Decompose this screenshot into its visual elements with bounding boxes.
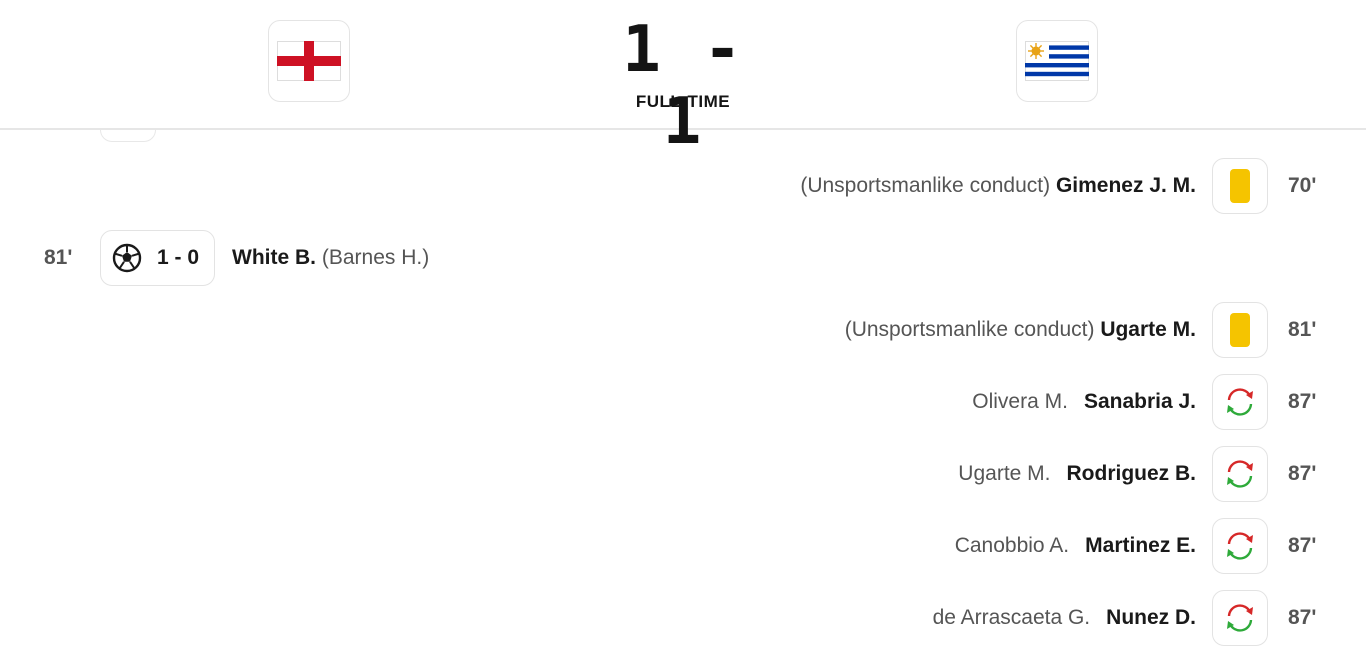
event-minute: 87' — [1288, 534, 1317, 557]
away-team-flag-button[interactable] — [1016, 20, 1098, 102]
substitution-icon — [1227, 532, 1253, 560]
event-row: Canobbio A. Martinez E. 87' — [0, 518, 1366, 574]
goal-score: 1 - 0 — [157, 246, 200, 269]
event-row: (Unsportsmanlike conduct) Gimenez J. M. … — [0, 158, 1366, 214]
substitution-icon-box — [1212, 518, 1268, 574]
substitution-icon — [1227, 604, 1253, 632]
event-assist[interactable]: (Barnes H.) — [322, 246, 429, 269]
event-minute: 87' — [1288, 606, 1317, 629]
sub-player-out[interactable]: Canobbio A. — [955, 534, 1069, 557]
match-status: FULL-TIME — [635, 92, 731, 111]
event-row: de Arrascaeta G. Nunez D. 87' — [0, 590, 1366, 646]
football-icon — [112, 243, 142, 273]
substitution-icon-box — [1212, 590, 1268, 646]
event-player[interactable]: Gimenez J. M. — [1056, 174, 1196, 197]
match-header: 1 - 1 FULL-TIME — [0, 0, 1366, 158]
event-minute: 87' — [1288, 462, 1317, 485]
sub-player-out[interactable]: Olivera M. — [972, 390, 1068, 413]
event-minute: 81' — [44, 246, 73, 269]
match-score: 1 - 1 — [622, 13, 744, 159]
event-player[interactable]: Ugarte M. — [1100, 318, 1196, 341]
event-minute: 70' — [1288, 174, 1317, 197]
sub-player-in[interactable]: Martinez E. — [1085, 534, 1196, 557]
sub-player-in[interactable]: Nunez D. — [1106, 606, 1196, 629]
event-row: Ugarte M. Rodriguez B. 87' — [0, 446, 1366, 502]
substitution-icon — [1227, 388, 1253, 416]
sub-player-in[interactable]: Sanabria J. — [1084, 390, 1196, 413]
sub-player-out[interactable]: de Arrascaeta G. — [933, 606, 1091, 629]
event-detail: (Unsportsmanlike conduct) — [800, 174, 1051, 197]
yellow-card-icon-box — [1212, 158, 1268, 214]
yellow-card-icon — [1230, 313, 1250, 347]
event-player[interactable]: White B. — [232, 246, 316, 269]
home-team-flag-button[interactable] — [268, 20, 350, 102]
substitution-icon — [1227, 460, 1253, 488]
event-detail: (Unsportsmanlike conduct) — [844, 318, 1095, 341]
event-minute: 87' — [1288, 390, 1317, 413]
yellow-card-icon-box — [1212, 302, 1268, 358]
uruguay-flag-icon — [1025, 41, 1089, 81]
event-row: 81' 1 - 0 White B. (Barnes H.) — [0, 230, 1366, 286]
event-row: Olivera M. Sanabria J. 87' — [0, 374, 1366, 430]
substitution-icon-box — [1212, 446, 1268, 502]
sub-player-in[interactable]: Rodriguez B. — [1067, 462, 1197, 485]
substitution-icon-box — [1212, 374, 1268, 430]
yellow-card-icon — [1230, 169, 1250, 203]
event-row: (Unsportsmanlike conduct) Ugarte M. 81' — [0, 302, 1366, 358]
goal-badge: 1 - 0 — [100, 230, 215, 286]
england-flag-icon — [277, 41, 341, 81]
sub-player-out[interactable]: Ugarte M. — [958, 462, 1050, 485]
event-minute: 81' — [1288, 318, 1317, 341]
